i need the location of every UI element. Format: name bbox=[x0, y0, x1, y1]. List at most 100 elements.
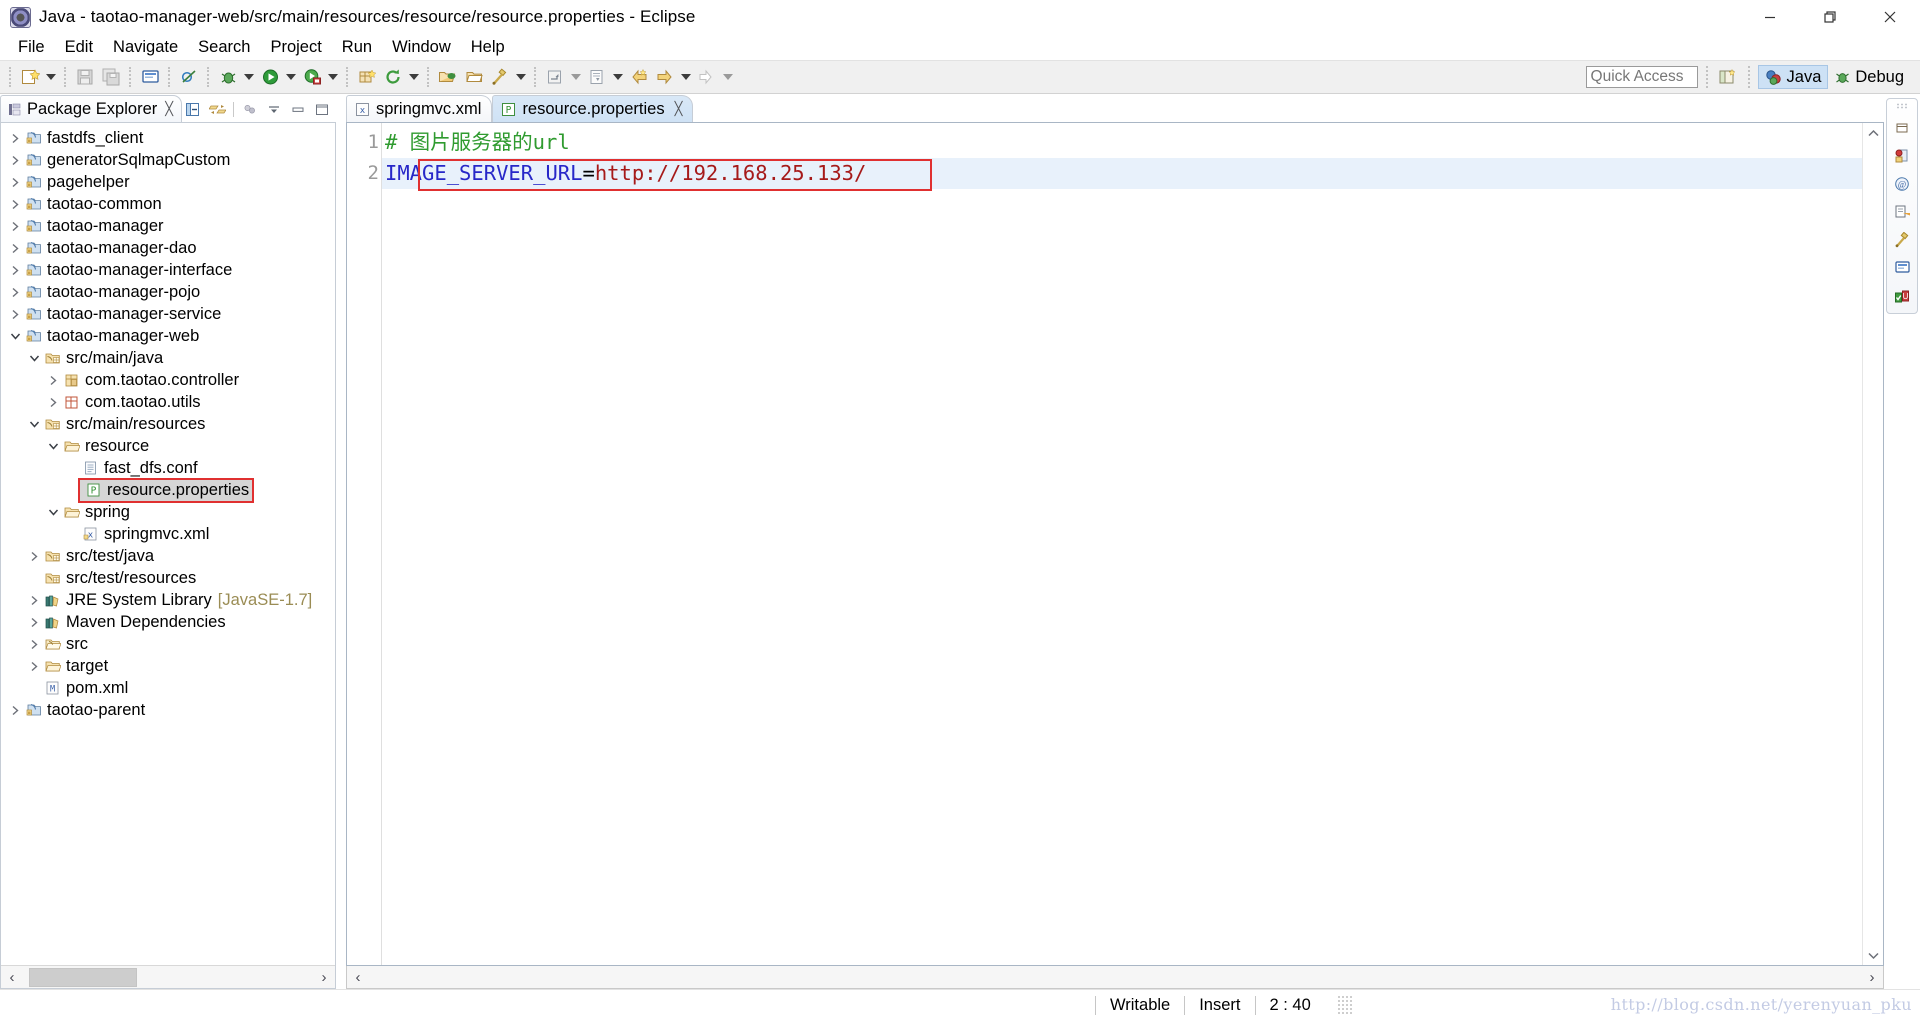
tab-resource-properties[interactable]: P resource.properties ╳ bbox=[492, 95, 694, 122]
code-line-2[interactable]: IMAGE_SERVER_URL = http://192.168.25.133/ bbox=[382, 158, 1862, 189]
close-icon[interactable]: ╳ bbox=[675, 101, 683, 117]
tree-item[interactable]: fastdfs_client bbox=[1, 127, 335, 149]
run-icon[interactable] bbox=[257, 65, 283, 89]
problems-view-icon[interactable] bbox=[1890, 144, 1914, 167]
project-tree[interactable]: fastdfs_client generatorSqlmapCustom pageh… bbox=[1, 123, 335, 965]
chevron-right-icon[interactable] bbox=[26, 633, 42, 655]
tree-item[interactable]: taotao-manager-dao bbox=[1, 237, 335, 259]
menu-help[interactable]: Help bbox=[461, 36, 515, 59]
tree-item[interactable]: x springmvc.xml bbox=[1, 523, 335, 545]
last-edit-dropdown-arrow[interactable] bbox=[568, 65, 584, 89]
view-menu-icon[interactable] bbox=[263, 99, 285, 119]
tree-item[interactable]: Maven Dependencies bbox=[1, 611, 335, 633]
close-icon[interactable]: ╳ bbox=[165, 101, 173, 117]
run-dropdown-arrow[interactable] bbox=[283, 65, 299, 89]
tree-item[interactable]: taotao-manager-interface bbox=[1, 259, 335, 281]
chevron-right-icon[interactable] bbox=[7, 281, 23, 303]
last-edit-location-icon[interactable] bbox=[542, 65, 568, 89]
scroll-right-icon[interactable]: › bbox=[313, 966, 335, 988]
tree-item[interactable]: src/test/resources bbox=[1, 567, 335, 589]
code-pane[interactable]: # 图片服务器的url IMAGE_SERVER_URL = http://192.… bbox=[382, 123, 1862, 965]
chevron-right-icon[interactable] bbox=[26, 611, 42, 633]
hscroll-thumb[interactable] bbox=[29, 968, 137, 987]
editor-hscroll-track[interactable] bbox=[369, 966, 1861, 988]
perspective-java[interactable]: Java bbox=[1757, 65, 1829, 89]
vscroll-track[interactable] bbox=[1863, 143, 1883, 945]
perspective-debug[interactable]: Debug bbox=[1828, 65, 1910, 89]
tree-item[interactable]: spring bbox=[1, 501, 335, 523]
status-resize-grip[interactable] bbox=[1336, 995, 1353, 1015]
view-menu-focus-icon[interactable] bbox=[239, 99, 261, 119]
open-task-icon[interactable] bbox=[461, 65, 487, 89]
tree-item[interactable]: pagehelper bbox=[1, 171, 335, 193]
new-wizard-icon[interactable] bbox=[17, 65, 43, 89]
tree-item[interactable]: taotao-manager-pojo bbox=[1, 281, 335, 303]
chevron-right-icon[interactable] bbox=[7, 171, 23, 193]
forward-dropdown-arrow[interactable] bbox=[678, 65, 694, 89]
scroll-left-icon[interactable]: ‹ bbox=[347, 966, 369, 988]
scroll-right-icon[interactable]: › bbox=[1861, 966, 1883, 988]
tree-item[interactable]: fast_dfs.conf bbox=[1, 457, 335, 479]
tree-item[interactable]: src bbox=[1, 633, 335, 655]
debug-dropdown-arrow[interactable] bbox=[241, 65, 257, 89]
new-java-package-icon[interactable] bbox=[354, 65, 380, 89]
save-all-icon[interactable] bbox=[98, 65, 124, 89]
tree-item[interactable]: src/main/java bbox=[1, 347, 335, 369]
maximize-view-icon[interactable] bbox=[311, 99, 333, 119]
refresh-dropdown-arrow[interactable] bbox=[406, 65, 422, 89]
new-wizard-dropdown-arrow[interactable] bbox=[43, 65, 59, 89]
minimize-view-icon[interactable] bbox=[287, 99, 309, 119]
declaration-view-icon[interactable] bbox=[1890, 200, 1914, 223]
restore-view-icon[interactable] bbox=[1890, 116, 1914, 139]
chevron-right-icon[interactable] bbox=[7, 215, 23, 237]
chevron-right-icon[interactable] bbox=[7, 149, 23, 171]
tree-item[interactable]: taotao-parent bbox=[1, 699, 335, 721]
chevron-right-icon[interactable] bbox=[7, 259, 23, 281]
menu-run[interactable]: Run bbox=[332, 36, 382, 59]
next-annotation-dropdown-arrow[interactable] bbox=[610, 65, 626, 89]
tree-item[interactable]: taotao-manager-web bbox=[1, 325, 335, 347]
scroll-up-icon[interactable] bbox=[1863, 123, 1883, 143]
tree-item[interactable]: Presource.properties bbox=[1, 477, 335, 503]
tab-springmvc-xml[interactable]: x springmvc.xml bbox=[346, 95, 493, 122]
tree-item[interactable]: resource bbox=[1, 435, 335, 457]
chevron-down-icon[interactable] bbox=[7, 325, 23, 347]
sash-divider[interactable] bbox=[336, 94, 346, 989]
chevron-right-icon[interactable] bbox=[7, 699, 23, 721]
drag-handle[interactable] bbox=[1896, 103, 1908, 109]
chevron-right-icon[interactable] bbox=[7, 303, 23, 325]
tree-item[interactable]: taotao-common bbox=[1, 193, 335, 215]
tab-package-explorer[interactable]: Package Explorer ╳ bbox=[0, 95, 183, 122]
tree-item[interactable]: target bbox=[1, 655, 335, 677]
editor-hscrollbar[interactable]: ‹ › bbox=[346, 966, 1884, 989]
next-annotation-icon[interactable] bbox=[584, 65, 610, 89]
code-line-1[interactable]: # 图片服务器的url bbox=[382, 127, 1862, 158]
quick-access-input[interactable]: Quick Access bbox=[1585, 66, 1698, 88]
coverage-dropdown-arrow[interactable] bbox=[325, 65, 341, 89]
search-icon[interactable] bbox=[487, 65, 513, 89]
scroll-down-icon[interactable] bbox=[1863, 945, 1883, 965]
chevron-right-icon[interactable] bbox=[26, 589, 42, 611]
chevron-right-icon[interactable] bbox=[26, 655, 42, 677]
collapse-all-icon[interactable] bbox=[182, 99, 204, 119]
coverage-icon[interactable] bbox=[299, 65, 325, 89]
editor-vscrollbar[interactable] bbox=[1862, 123, 1883, 965]
link-with-editor-icon[interactable] bbox=[206, 99, 228, 119]
search-dropdown-arrow[interactable] bbox=[513, 65, 529, 89]
next-edit-icon[interactable] bbox=[694, 65, 720, 89]
chevron-down-icon[interactable] bbox=[45, 501, 61, 523]
chevron-right-icon[interactable] bbox=[7, 237, 23, 259]
tree-item[interactable]: src/test/java bbox=[1, 545, 335, 567]
menu-window[interactable]: Window bbox=[382, 36, 461, 59]
back-icon[interactable] bbox=[626, 65, 652, 89]
menu-project[interactable]: Project bbox=[260, 36, 331, 59]
chevron-down-icon[interactable] bbox=[26, 347, 42, 369]
javadoc-view-icon[interactable]: @ bbox=[1890, 172, 1914, 195]
skip-breakpoints-icon[interactable] bbox=[176, 65, 202, 89]
save-icon[interactable] bbox=[72, 65, 98, 89]
hscroll-track[interactable] bbox=[23, 966, 313, 988]
open-type-icon[interactable] bbox=[435, 65, 461, 89]
console-view-icon[interactable] bbox=[1890, 256, 1914, 279]
refresh-icon[interactable] bbox=[380, 65, 406, 89]
menu-edit[interactable]: Edit bbox=[55, 36, 103, 59]
